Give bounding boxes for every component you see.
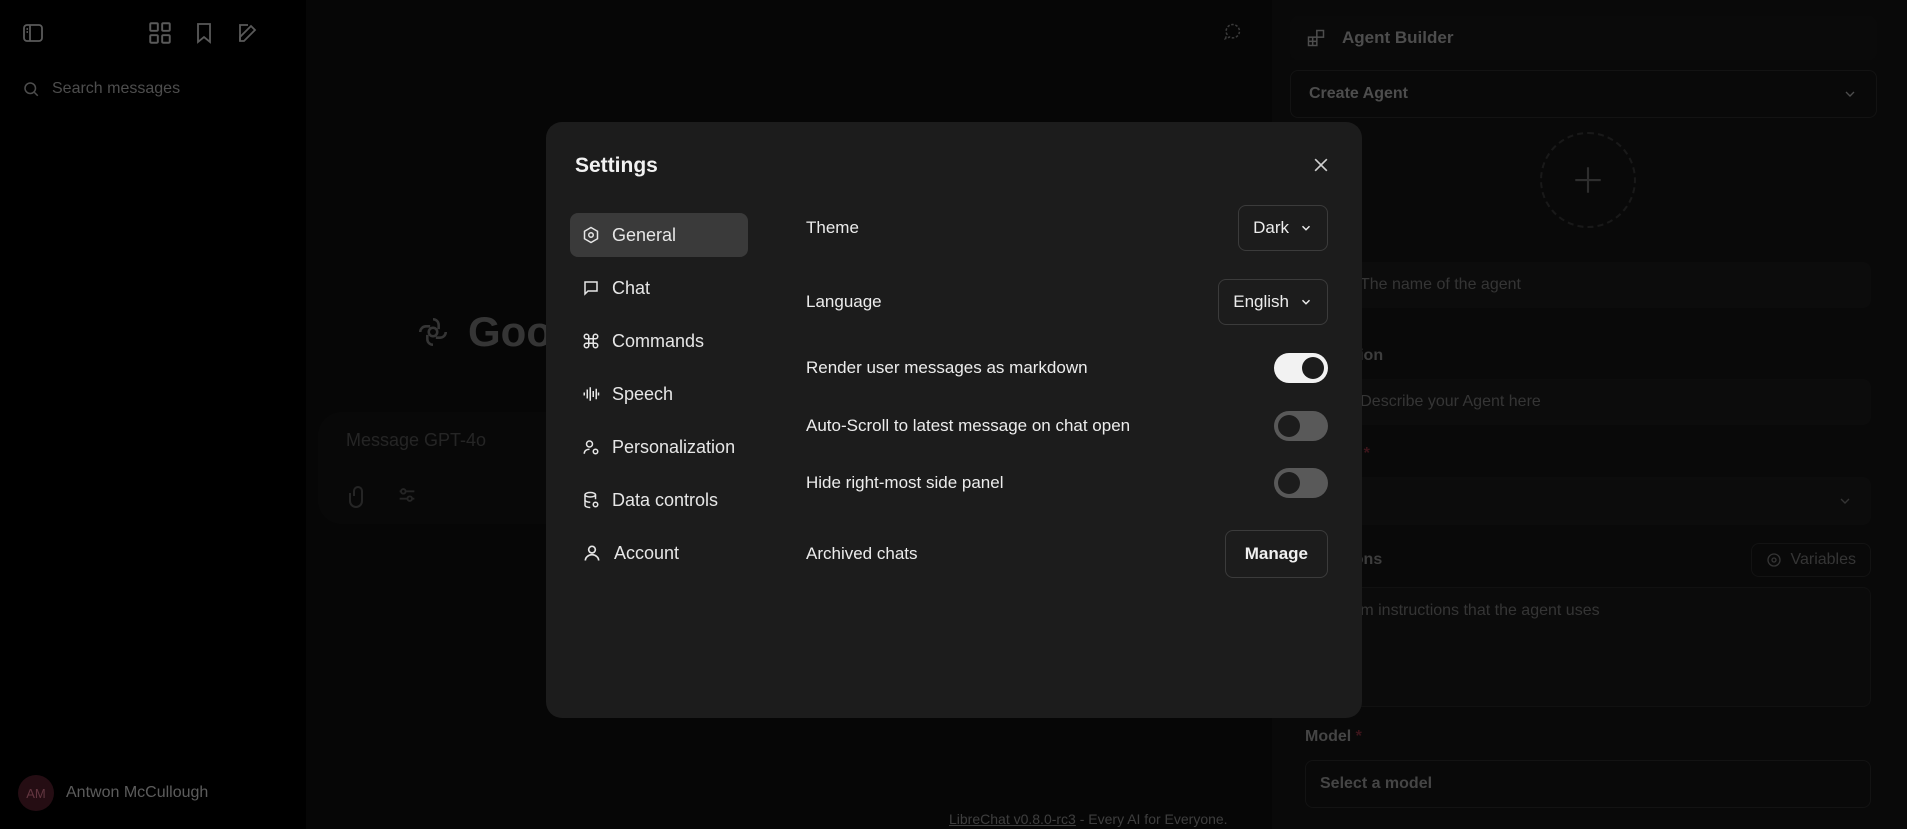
tab-chat-label: Chat <box>612 277 651 298</box>
chevron-down-icon <box>1301 225 1311 231</box>
chevron-down-icon <box>1301 299 1311 305</box>
message-icon <box>584 281 598 296</box>
tab-general-label: General <box>612 224 677 245</box>
tab-speech-label: Speech <box>612 383 674 404</box>
user-cog-icon <box>583 440 599 455</box>
autoscroll-row: Auto-Scroll to latest message on chat op… <box>806 411 1328 441</box>
tab-commands-label: Commands <box>612 330 705 351</box>
hide-side-panel-row: Hide right-most side panel <box>806 468 1328 498</box>
gear-icon <box>583 226 599 244</box>
archived-chats-row: Archived chats Manage <box>806 530 1328 578</box>
tab-account[interactable]: Account <box>570 531 748 575</box>
render-markdown-toggle[interactable] <box>1274 353 1328 383</box>
close-button[interactable] <box>1308 152 1334 178</box>
command-icon <box>583 333 599 349</box>
manage-archived-button[interactable]: Manage <box>1224 530 1328 578</box>
settings-title: Settings <box>575 154 658 177</box>
tab-account-label: Account <box>614 542 680 563</box>
language-dropdown[interactable]: English <box>1218 279 1328 325</box>
tab-data-controls-label: Data controls <box>612 489 719 510</box>
theme-value: Dark <box>1253 218 1289 237</box>
toggle-knob <box>1302 357 1324 379</box>
render-markdown-row: Render user messages as markdown <box>806 353 1328 383</box>
tab-speech[interactable]: Speech <box>570 372 748 416</box>
audio-wave-icon <box>583 387 600 401</box>
tab-data-controls[interactable]: Data controls <box>570 478 748 522</box>
hide-side-panel-toggle[interactable] <box>1274 468 1328 498</box>
tab-general[interactable]: General <box>570 213 748 257</box>
database-icon <box>584 491 599 509</box>
theme-row: Theme Dark <box>806 205 1328 251</box>
tab-personalization-label: Personalization <box>612 436 736 457</box>
toggle-knob <box>1278 472 1300 494</box>
language-label: Language <box>806 292 882 311</box>
user-icon <box>584 545 600 561</box>
close-icon <box>1314 158 1328 172</box>
autoscroll-toggle[interactable] <box>1274 411 1328 441</box>
autoscroll-label: Auto-Scroll to latest message on chat op… <box>806 416 1131 435</box>
language-value: English <box>1233 292 1289 311</box>
theme-label: Theme <box>806 218 859 237</box>
hide-side-panel-label: Hide right-most side panel <box>806 473 1004 492</box>
settings-nav: General Chat Commands Speech Personaliza… <box>570 213 748 584</box>
language-row: Language English <box>806 279 1328 325</box>
tab-commands[interactable]: Commands <box>570 319 748 363</box>
render-markdown-label: Render user messages as markdown <box>806 358 1088 377</box>
toggle-knob <box>1278 415 1300 437</box>
archived-chats-label: Archived chats <box>806 544 918 563</box>
tab-chat[interactable]: Chat <box>570 266 748 310</box>
theme-dropdown[interactable]: Dark <box>1238 205 1328 251</box>
tab-personalization[interactable]: Personalization <box>570 425 748 469</box>
settings-dialog: Settings General Chat Commands Speech Pe… <box>546 122 1362 718</box>
